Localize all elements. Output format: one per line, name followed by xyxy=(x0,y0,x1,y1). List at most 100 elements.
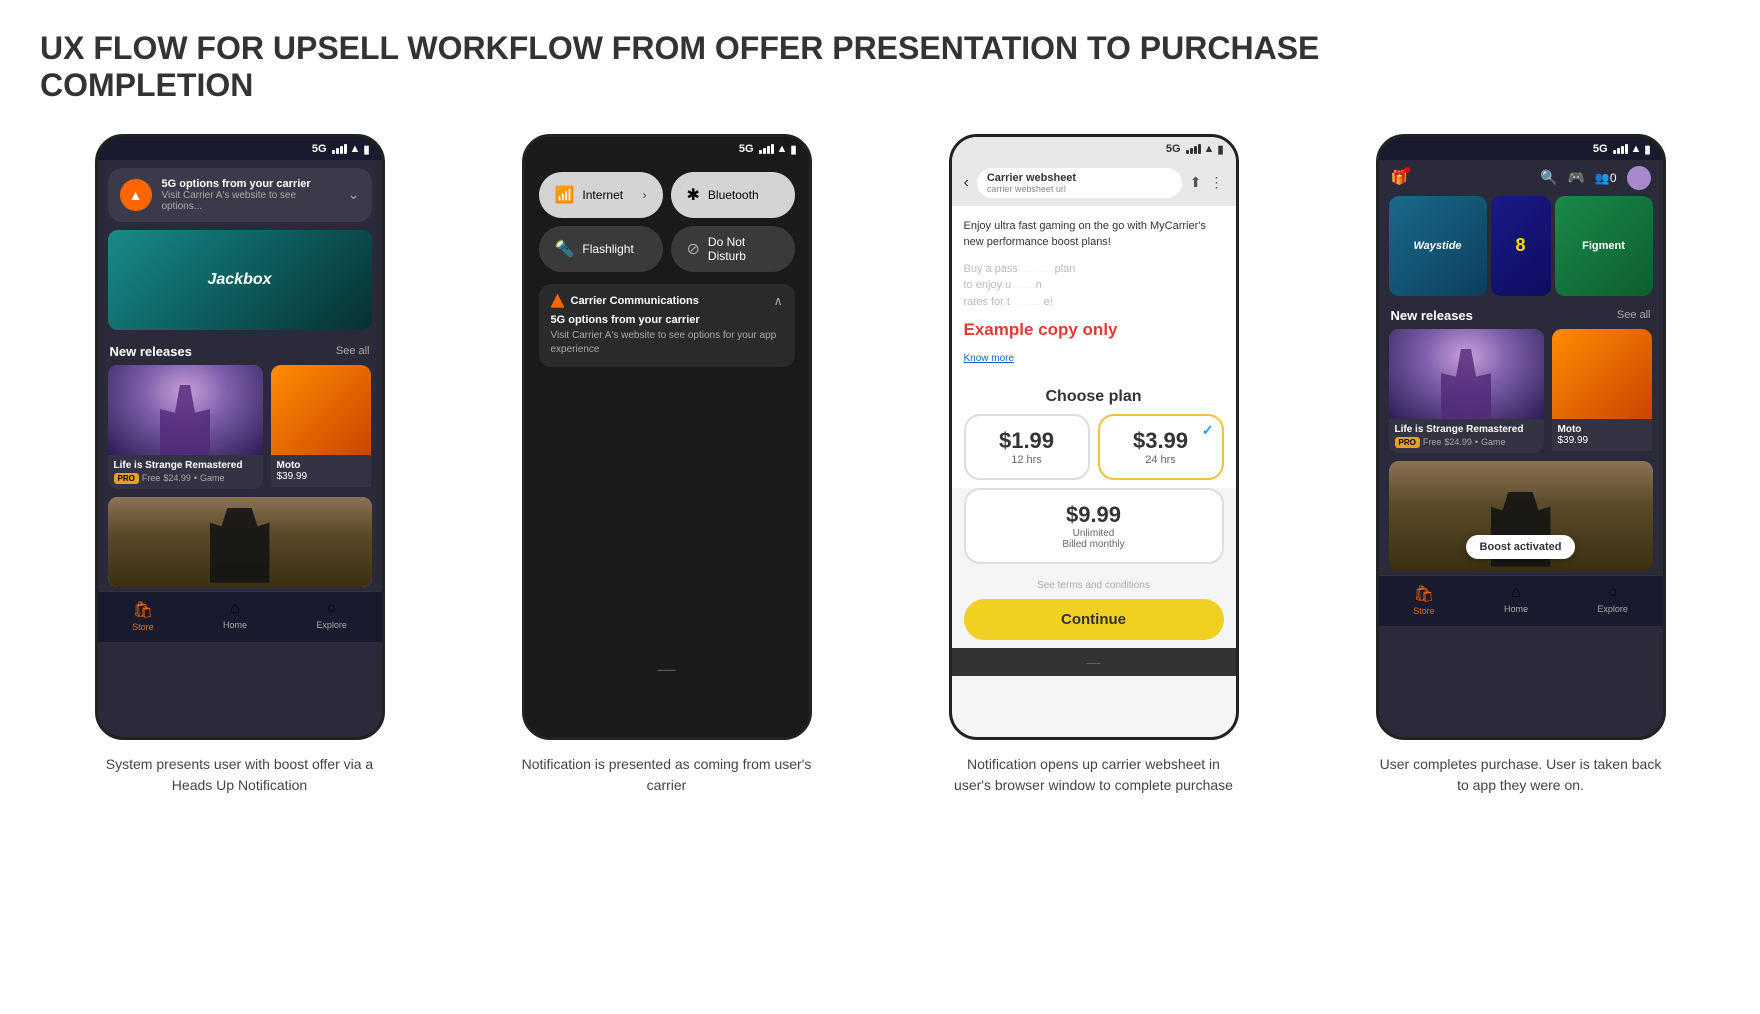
gift-icon[interactable]: 🎁 xyxy=(1391,169,1408,185)
notif-title: 5G options from your carrier xyxy=(162,178,338,190)
more-icon[interactable]: ⋮ xyxy=(1210,174,1224,191)
status-icons-3: ▲ ▮ xyxy=(1186,143,1224,156)
signal-bar-4 xyxy=(344,144,347,154)
person-silhouette-1 xyxy=(160,385,210,455)
banner-game-4c: Figment xyxy=(1555,196,1653,296)
soldier-figure-1 xyxy=(210,508,270,583)
signal-bar-1 xyxy=(332,150,335,154)
flow-step-1: 5G ▲ ▮ ▲ xyxy=(40,134,439,796)
qs-tile-dnd[interactable]: ⊘ Do Not Disturb xyxy=(671,226,795,272)
game-card-info-4: Life is Strange Remastered PRO Free $24.… xyxy=(1389,419,1544,453)
game-price-4: $24.99 xyxy=(1444,437,1472,447)
game-card-moto-4[interactable]: Moto $39.99 xyxy=(1552,329,1652,453)
plan-price-2: $3.99 xyxy=(1112,428,1210,454)
plan-duration-2: 24 hrs xyxy=(1112,454,1210,466)
nav-explore-4[interactable]: ○ Explore xyxy=(1597,584,1628,616)
signal-bars-1 xyxy=(332,144,347,154)
home-icon-4: ⌂ xyxy=(1511,584,1521,602)
nav-store-1[interactable]: 🛍 Store xyxy=(132,600,154,632)
game-banner-inner: Jackbox xyxy=(108,230,372,330)
status-icons-4: ▲ ▮ xyxy=(1613,143,1651,156)
wifi-icon-1: ▲ xyxy=(350,143,361,155)
continue-button[interactable]: Continue xyxy=(964,599,1224,640)
plan-card-2[interactable]: ✓ $3.99 24 hrs xyxy=(1098,414,1224,480)
qs-flashlight-label: Flashlight xyxy=(582,242,633,256)
choose-plan-title: Choose plan xyxy=(952,378,1236,414)
banner-game-4a: Waystide xyxy=(1389,196,1487,296)
qs-tile-flashlight[interactable]: 🔦 Flashlight xyxy=(539,226,663,272)
section-title-4: New releases xyxy=(1391,308,1473,323)
qs-tile-bluetooth[interactable]: ✱ Bluetooth xyxy=(671,172,795,218)
moto-card-img-4 xyxy=(1552,329,1652,419)
game-category-1: Game xyxy=(200,473,225,483)
heads-up-notification[interactable]: ▲ 5G options from your carrier Visit Car… xyxy=(108,168,372,222)
gift-icon-wrap: 🎁 xyxy=(1391,169,1408,187)
nav-store-4[interactable]: 🛍 Store xyxy=(1413,584,1435,616)
game-card-lis-4[interactable]: Life is Strange Remastered PRO Free $24.… xyxy=(1389,329,1544,453)
nav-home-label-1: Home xyxy=(223,620,247,630)
flow-step-4: 5G ▲ ▮ 🎁 xyxy=(1321,134,1720,796)
signal-bar-2 xyxy=(336,148,339,154)
status-5g-2: 5G xyxy=(739,143,754,155)
quick-settings-grid: 📶 Internet › ✱ Bluetooth 🔦 Flashlight xyxy=(525,160,809,280)
flow-step-3: 5G ▲ ▮ ‹ xyxy=(894,134,1293,796)
plan-card-wide[interactable]: $9.99 Unlimited Billed monthly xyxy=(964,488,1224,564)
game-cards-row-4: Life is Strange Remastered PRO Free $24.… xyxy=(1379,329,1663,461)
nav-home-4[interactable]: ⌂ Home xyxy=(1504,584,1528,616)
home-icon-1: ⌂ xyxy=(230,600,240,618)
see-all-link-1[interactable]: See all xyxy=(336,345,370,357)
search-icon-4[interactable]: 🔍 xyxy=(1540,169,1557,186)
screen4-header: 🎁 🔍 🎮 👥0 xyxy=(1379,160,1663,196)
section-title-1: New releases xyxy=(110,344,192,359)
signal-bars-3 xyxy=(1186,144,1201,154)
home-indicator-2: ― xyxy=(525,651,809,688)
qs-dnd-label: Do Not Disturb xyxy=(708,235,779,263)
moto-name-1: Moto xyxy=(277,460,365,471)
avatar-4[interactable] xyxy=(1627,166,1651,190)
plan-options: $1.99 12 hrs ✓ $3.99 24 hrs xyxy=(952,414,1236,488)
wifi-icon-4: ▲ xyxy=(1631,143,1642,155)
notif-chevron-icon: ⌄ xyxy=(348,186,360,203)
soldier-banner-1 xyxy=(108,497,372,587)
dnd-icon: ⊘ xyxy=(687,239,700,259)
share-icon[interactable]: ⬆ xyxy=(1190,174,1202,191)
plan-card-1[interactable]: $1.99 12 hrs xyxy=(964,414,1090,480)
qs-internet-label: Internet xyxy=(582,188,623,202)
game-card-img-1 xyxy=(108,365,263,455)
game-card-img-4 xyxy=(1389,329,1544,419)
notif-icon: ▲ xyxy=(120,179,152,211)
bottom-banner-4: Boost activated xyxy=(1389,461,1653,571)
boost-activated-badge: Boost activated xyxy=(1466,535,1576,559)
gamepad-icon-4[interactable]: 🎮 xyxy=(1567,169,1584,186)
nav-explore-1[interactable]: ○ Explore xyxy=(316,600,347,632)
new-releases-header-1: New releases See all xyxy=(98,338,382,365)
carrier-notification[interactable]: Carrier Communications ∧ 5G options from… xyxy=(539,284,795,367)
carrier-notif-header: Carrier Communications ∧ xyxy=(551,294,783,308)
status-5g-1: 5G xyxy=(312,143,327,155)
status-5g-3: 5G xyxy=(1166,143,1181,155)
back-button[interactable]: ‹ xyxy=(964,174,969,192)
see-all-link-4[interactable]: See all xyxy=(1617,309,1651,321)
store-icon-4: 🛍 xyxy=(1414,584,1434,604)
know-more-link[interactable]: Know more xyxy=(964,353,1015,364)
game-card-life-is-strange-1[interactable]: Life is Strange Remastered PRO Free $24.… xyxy=(108,365,263,489)
moto-card-info-1: Moto $39.99 xyxy=(271,455,371,487)
qs-tile-internet[interactable]: 📶 Internet › xyxy=(539,172,663,218)
explore-icon-4: ○ xyxy=(1608,584,1618,602)
game-card-moto-1[interactable]: Moto $39.99 xyxy=(271,365,371,489)
friends-count: 👥0 xyxy=(1595,171,1617,185)
game-card-name-4: Life is Strange Remastered xyxy=(1395,424,1538,435)
screen1: 5G ▲ ▮ ▲ xyxy=(98,137,382,737)
wifi-tile-icon: 📶 xyxy=(555,185,575,205)
phone-mockup-4: 5G ▲ ▮ 🎁 xyxy=(1376,134,1666,740)
person-silhouette-4 xyxy=(1441,349,1491,419)
nav-store-label-1: Store xyxy=(132,622,154,632)
game-free-4: Free xyxy=(1423,437,1442,447)
signal-bars-4 xyxy=(1613,144,1628,154)
nav-home-1[interactable]: ⌂ Home xyxy=(223,600,247,632)
moto-price-4: $39.99 xyxy=(1558,435,1646,446)
step-description-1: System presents user with boost offer vi… xyxy=(95,754,385,796)
internet-chevron-icon: › xyxy=(643,188,647,202)
carrier-icon xyxy=(551,294,565,308)
bottom-nav-4: 🛍 Store ⌂ Home ○ Explore xyxy=(1379,575,1663,626)
